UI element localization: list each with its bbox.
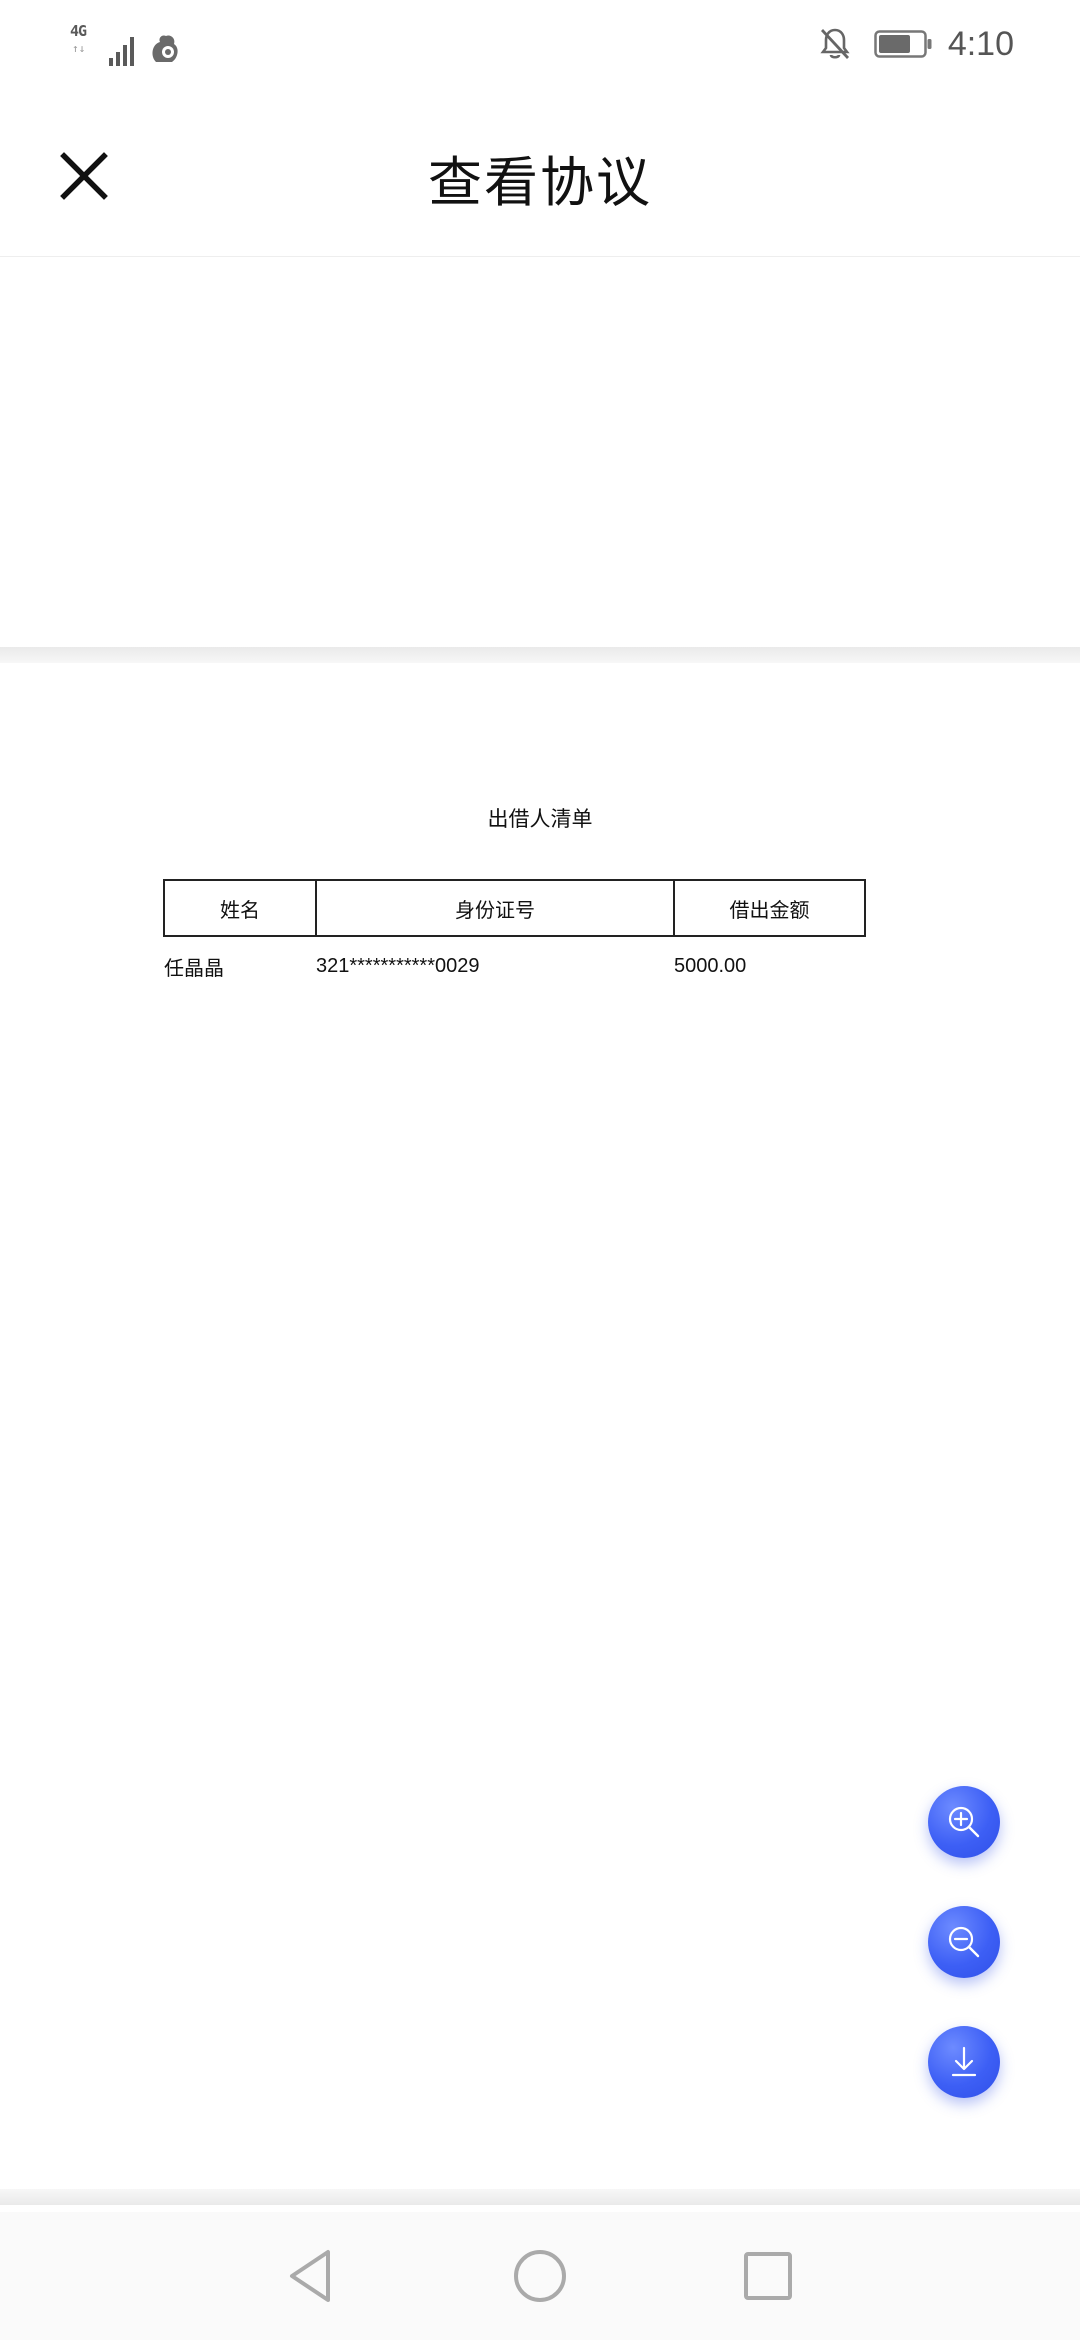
table-header-amount: 借出金额 (673, 879, 866, 937)
table-header-name: 姓名 (163, 879, 317, 937)
page-title: 查看协议 (428, 151, 652, 214)
nav-recent-apps-button[interactable] (736, 2244, 800, 2308)
status-left-group: 4G ↑↓ (70, 22, 182, 66)
download-button[interactable] (928, 2026, 1000, 2098)
back-triangle-icon (290, 2250, 330, 2302)
status-bar: 4G ↑↓ 4:10 (0, 0, 1080, 88)
squirrel-app-icon (152, 35, 178, 62)
zoom-in-button[interactable] (928, 1786, 1000, 1858)
table-cell-name: 任晶晶 (164, 957, 224, 980)
network-type-label: 4G (70, 22, 87, 40)
nav-home-button[interactable] (508, 2244, 572, 2308)
page-separator-bottom (0, 2189, 1080, 2205)
table-header-row: 姓名 身份证号 借出金额 (163, 879, 866, 937)
network-activity-label: ↑↓ (72, 42, 86, 55)
zoom-out-button[interactable] (928, 1906, 1000, 1978)
page-separator (0, 647, 1080, 663)
zoom-out-icon (948, 1926, 980, 1958)
bell-off-icon (820, 28, 850, 59)
recent-square-icon (744, 2252, 792, 2300)
document-page: 出借人清单 姓名 身份证号 借出金额 任晶晶 321***********002… (0, 663, 1080, 2189)
table-header-id-number: 身份证号 (315, 879, 675, 937)
download-icon (951, 2046, 977, 2077)
table-row: 任晶晶 321***********0029 5000.00 (164, 936, 865, 995)
system-navigation-bar (0, 2212, 1080, 2340)
table-cell-id-number: 321***********0029 (316, 954, 480, 977)
battery-icon (874, 30, 932, 58)
signal-icon (109, 37, 134, 66)
app-header: 查看协议 (0, 88, 1080, 257)
status-time: 4:10 (947, 24, 1014, 63)
lender-table: 姓名 身份证号 借出金额 任晶晶 321***********0029 5000… (163, 879, 866, 995)
document-viewer[interactable]: 出借人清单 姓名 身份证号 借出金额 任晶晶 321***********002… (0, 257, 1080, 2212)
nav-back-button[interactable] (278, 2244, 342, 2308)
app-screen: 4G ↑↓ 4:10 查看协议 出借人清单 姓名 身份证号 借出金额 任晶晶 3… (0, 0, 1080, 2340)
status-right-group: 4:10 (818, 20, 1014, 68)
document-title: 出借人清单 (487, 807, 593, 831)
network-type-indicator: 4G ↑↓ (70, 22, 110, 66)
table-cell-amount: 5000.00 (674, 954, 747, 977)
home-circle-icon (514, 2250, 566, 2302)
zoom-in-icon (948, 1806, 980, 1838)
